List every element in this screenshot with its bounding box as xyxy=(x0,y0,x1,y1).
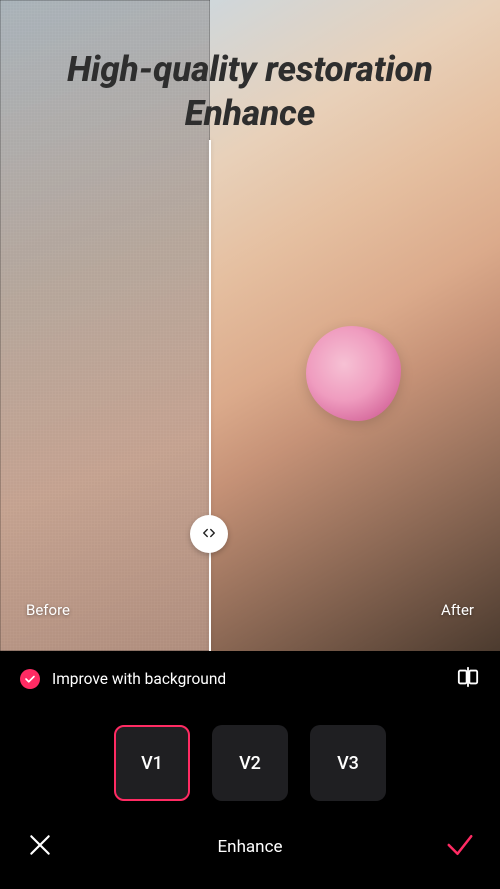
cancel-button[interactable] xyxy=(24,831,56,863)
close-icon xyxy=(27,832,53,862)
compare-button[interactable] xyxy=(456,667,480,691)
apply-icon xyxy=(445,830,475,864)
after-label: After xyxy=(441,601,474,619)
apply-button[interactable] xyxy=(444,831,476,863)
improve-background-label: Improve with background xyxy=(52,670,444,688)
compare-icon xyxy=(456,666,480,692)
bottom-bar: Enhance xyxy=(0,831,500,889)
comparison-preview: High-quality restoration Enhance Before … xyxy=(0,0,500,651)
panel-title: Enhance xyxy=(218,837,283,857)
version-label: V3 xyxy=(337,753,359,774)
option-row: Improve with background xyxy=(0,651,500,691)
improve-background-checkbox[interactable] xyxy=(20,669,40,689)
headline: High-quality restoration Enhance xyxy=(0,48,500,136)
version-label: V2 xyxy=(239,753,261,774)
version-button-v2[interactable]: V2 xyxy=(212,725,288,801)
comparison-divider xyxy=(209,140,211,651)
version-selector: V1 V2 V3 xyxy=(0,725,500,801)
headline-line1: High-quality restoration xyxy=(67,49,433,90)
comparison-slider-handle[interactable] xyxy=(190,515,228,553)
version-button-v1[interactable]: V1 xyxy=(114,725,190,801)
headline-line2: Enhance xyxy=(185,93,316,134)
version-button-v3[interactable]: V3 xyxy=(310,725,386,801)
screen: High-quality restoration Enhance Before … xyxy=(0,0,500,889)
version-label: V1 xyxy=(141,753,163,774)
control-panel: Improve with background V1 V2 V3 xyxy=(0,651,500,889)
check-icon xyxy=(24,670,36,689)
rose-decoration xyxy=(306,326,401,421)
before-label: Before xyxy=(26,601,70,619)
slider-handle-icon xyxy=(202,525,216,544)
